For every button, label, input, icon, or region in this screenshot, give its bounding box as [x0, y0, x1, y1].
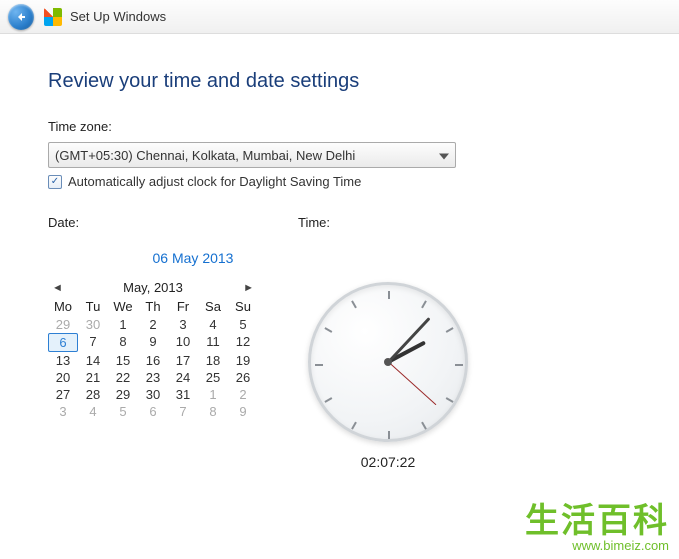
windows-flag-icon — [44, 8, 62, 26]
calendar-day[interactable]: 16 — [138, 352, 168, 369]
calendar-day[interactable]: 6 — [48, 333, 78, 352]
window-title: Set Up Windows — [70, 9, 166, 24]
calendar-day: 6 — [138, 403, 168, 420]
clock-tick — [324, 327, 332, 333]
calendar-day: 7 — [168, 403, 198, 420]
dst-row: ✓ Automatically adjust clock for Dayligh… — [48, 174, 631, 189]
calendar-day[interactable]: 30 — [138, 386, 168, 403]
calendar-weekday-header: Su — [228, 297, 258, 316]
calendar-day[interactable]: 23 — [138, 369, 168, 386]
calendar-day[interactable]: 2 — [138, 316, 168, 333]
date-column: Date: — [48, 215, 298, 250]
time-label: Time: — [298, 215, 330, 230]
dst-checkbox[interactable]: ✓ — [48, 175, 62, 189]
titlebar: Set Up Windows — [0, 0, 679, 34]
calendar-day: 29 — [48, 316, 78, 333]
timezone-selected-text: (GMT+05:30) Chennai, Kolkata, Mumbai, Ne… — [55, 148, 355, 163]
calendar-day[interactable]: 12 — [228, 333, 258, 352]
clock-column: 02:07:22 — [308, 278, 468, 470]
calendar-day[interactable]: 15 — [108, 352, 138, 369]
calendar-day[interactable]: 26 — [228, 369, 258, 386]
time-column: Time: — [298, 215, 330, 250]
dst-label: Automatically adjust clock for Daylight … — [68, 174, 361, 189]
calendar-day: 9 — [228, 403, 258, 420]
clock-tick — [446, 397, 454, 403]
calendar-day[interactable]: 3 — [168, 316, 198, 333]
calendar-next-button[interactable]: ► — [243, 282, 254, 294]
calendar-day[interactable]: 20 — [48, 369, 78, 386]
clock-second-hand — [388, 362, 436, 406]
analog-clock — [308, 282, 468, 442]
page-heading: Review your time and date settings — [48, 70, 631, 93]
calendar-weekday-header: Th — [138, 297, 168, 316]
calendar-day: 2 — [228, 386, 258, 403]
chevron-down-icon — [439, 148, 449, 163]
calendar-day: 4 — [78, 403, 108, 420]
calendar-day[interactable]: 29 — [108, 386, 138, 403]
calendar-day: 30 — [78, 316, 108, 333]
watermark-cn: 生活百科 — [525, 493, 669, 542]
calendar-day[interactable]: 11 — [198, 333, 228, 352]
content-area: Review your time and date settings Time … — [0, 34, 679, 559]
calendar-day[interactable]: 7 — [78, 333, 108, 352]
calendar-day[interactable]: 24 — [168, 369, 198, 386]
clock-tick — [351, 422, 357, 430]
clock-tick — [324, 397, 332, 403]
back-button[interactable] — [8, 4, 34, 30]
calendar-day[interactable]: 28 — [78, 386, 108, 403]
calendar-day[interactable]: 9 — [138, 333, 168, 352]
clock-tick — [388, 431, 390, 439]
watermark: 生活百科 www.bimeiz.com — [525, 493, 669, 553]
calendar-day[interactable]: 31 — [168, 386, 198, 403]
calendar-day[interactable]: 10 — [168, 333, 198, 352]
calendar-weekday-header: Fr — [168, 297, 198, 316]
clock-tick — [351, 300, 357, 308]
calendar-day[interactable]: 4 — [198, 316, 228, 333]
clock-tick — [421, 300, 427, 308]
setup-window: Set Up Windows Review your time and date… — [0, 0, 679, 559]
calendar-day[interactable]: 13 — [48, 352, 78, 369]
calendar-day: 5 — [108, 403, 138, 420]
selected-date-display: 06 May 2013 — [48, 250, 338, 266]
calendar-day[interactable]: 8 — [108, 333, 138, 352]
clock-tick — [315, 364, 323, 366]
calendar-weekday-header: Mo — [48, 297, 78, 316]
calendar-weekday-header: Sa — [198, 297, 228, 316]
calendar-day[interactable]: 17 — [168, 352, 198, 369]
clock-tick — [455, 364, 463, 366]
calendar-weekday-header: We — [108, 297, 138, 316]
timezone-label: Time zone: — [48, 119, 631, 134]
calendar-month-label: May, 2013 — [123, 280, 183, 295]
calendar-day[interactable]: 27 — [48, 386, 78, 403]
time-display: 02:07:22 — [361, 454, 416, 470]
calendar-day: 8 — [198, 403, 228, 420]
calendar-grid: MoTuWeThFrSaSu29301234567891011121314151… — [48, 297, 258, 420]
calendar-day[interactable]: 22 — [108, 369, 138, 386]
calendar-day[interactable]: 1 — [108, 316, 138, 333]
clock-center-pin — [384, 358, 392, 366]
calendar-day[interactable]: 5 — [228, 316, 258, 333]
calendar-day[interactable]: 18 — [198, 352, 228, 369]
clock-tick — [446, 327, 454, 333]
calendar-day[interactable]: 21 — [78, 369, 108, 386]
calendar-day: 3 — [48, 403, 78, 420]
calendar[interactable]: ◄ May, 2013 ► MoTuWeThFrSaSu293012345678… — [48, 278, 258, 470]
calendar-prev-button[interactable]: ◄ — [52, 282, 63, 294]
back-arrow-icon — [15, 11, 27, 23]
calendar-day[interactable]: 25 — [198, 369, 228, 386]
calendar-day[interactable]: 19 — [228, 352, 258, 369]
clock-tick — [388, 291, 390, 299]
timezone-select[interactable]: (GMT+05:30) Chennai, Kolkata, Mumbai, Ne… — [48, 142, 456, 168]
date-label: Date: — [48, 215, 298, 230]
calendar-day[interactable]: 14 — [78, 352, 108, 369]
calendar-day: 1 — [198, 386, 228, 403]
calendar-weekday-header: Tu — [78, 297, 108, 316]
clock-tick — [421, 422, 427, 430]
